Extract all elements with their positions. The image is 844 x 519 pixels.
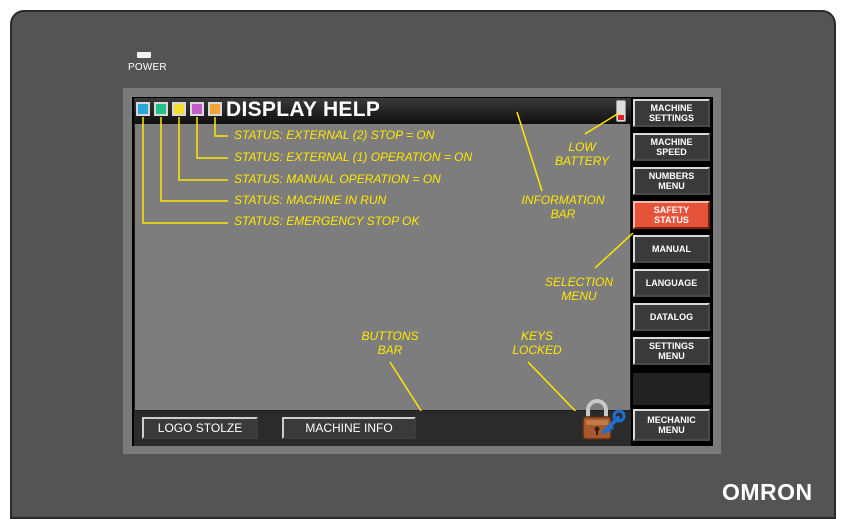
annotation-low-battery: LOW BATTERY: [554, 140, 609, 168]
connector-line-selection-menu: [594, 232, 634, 269]
logo-stolze-button[interactable]: LOGO STOLZE: [142, 417, 258, 439]
annotation-selection-menu: SELECTION MENU: [544, 275, 613, 303]
connector-line-square-5: [214, 117, 228, 137]
mechanic-menu-button[interactable]: MECHANIC MENU: [633, 409, 710, 441]
annotation-keys-locked: KEYS LOCKED: [512, 329, 562, 357]
connector-line-low-battery: [584, 112, 620, 135]
side-menu-spacer: [633, 373, 710, 405]
datalog-button[interactable]: DATALOG: [633, 303, 710, 331]
language-button[interactable]: LANGUAGE: [633, 269, 710, 297]
padlock-key-icon: [582, 399, 626, 440]
machine-speed-button[interactable]: MACHINE SPEED: [633, 133, 710, 161]
annotation-information-bar: INFORMATION BAR: [521, 193, 605, 221]
manual-button[interactable]: MANUAL: [633, 235, 710, 263]
omron-logo: OMRON: [722, 479, 813, 505]
connector-line-information-bar: [516, 111, 543, 192]
numbers-menu-button[interactable]: NUMBERS MENU: [633, 167, 710, 195]
connector-line-square-3: [178, 117, 228, 181]
settings-menu-button[interactable]: SETTINGS MENU: [633, 337, 710, 365]
annotation-buttons-bar: BUTTONS BAR: [361, 329, 419, 357]
safety-status-button[interactable]: SAFETY STATUS: [633, 201, 710, 229]
machine-info-button[interactable]: MACHINE INFO: [282, 417, 416, 439]
connector-line-square-2: [160, 117, 228, 202]
connector-line-square-4: [196, 117, 228, 159]
machine-settings-button[interactable]: MACHINE SETTINGS: [633, 99, 710, 127]
